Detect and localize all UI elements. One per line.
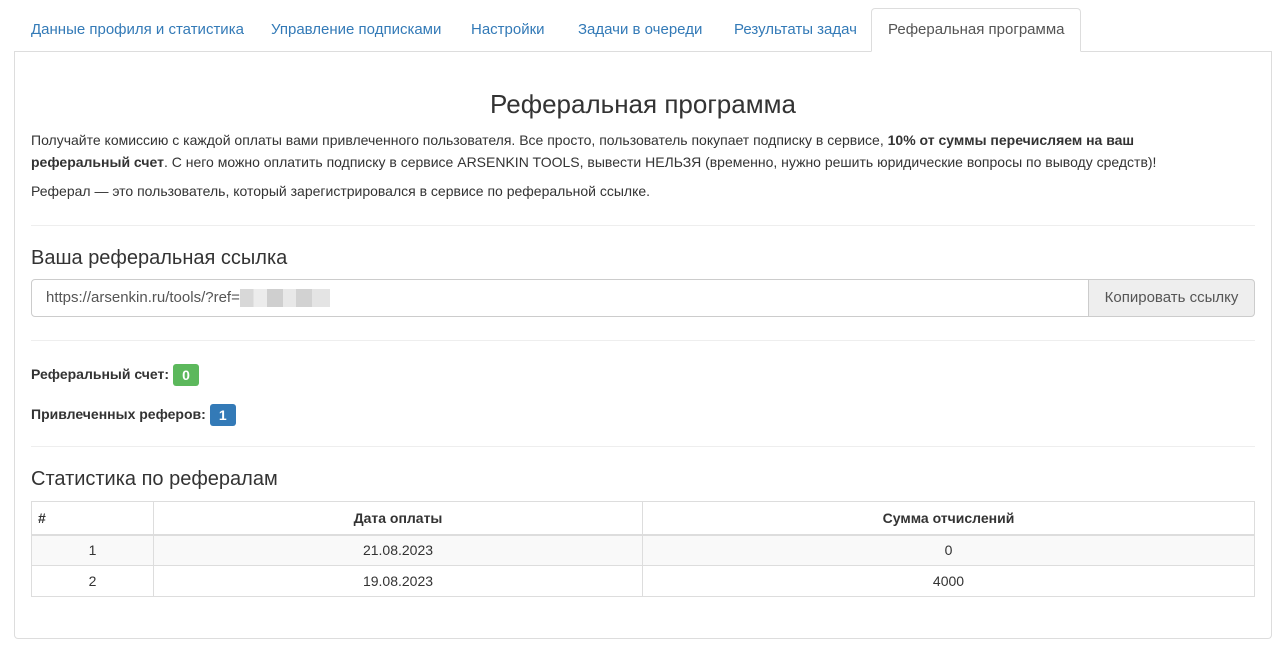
tab-settings[interactable]: Настройки	[471, 8, 545, 52]
tab-profile-stats[interactable]: Данные профиля и статистика	[31, 8, 244, 52]
referrals-count-label: Привлеченных реферов:	[31, 406, 206, 422]
row-payment-date: 21.08.2023	[153, 534, 643, 566]
row-number: 2	[31, 565, 154, 597]
column-header-payment-date: Дата оплаты	[153, 501, 643, 536]
tab-subscriptions[interactable]: Управление подписками	[271, 8, 441, 52]
row-commission: 4000	[642, 565, 1255, 597]
referral-definition: Реферал — это пользователь, который заре…	[31, 183, 651, 199]
divider	[31, 446, 1255, 447]
redacted-ref-code	[239, 289, 330, 308]
intro-paragraph: Получайте комиссию с каждой оплаты вами …	[31, 129, 1231, 173]
divider	[31, 340, 1255, 341]
tab-queue-tasks[interactable]: Задачи в очереди	[578, 8, 702, 52]
referral-account-line: Реферальный счет: 0	[31, 362, 200, 387]
divider	[31, 225, 1255, 226]
referral-link-input[interactable]: https://arsenkin.ru/tools/?ref=	[31, 279, 1089, 317]
tab-content-panel: Реферальная программа Получайте комиссию…	[14, 51, 1272, 639]
row-number: 1	[31, 534, 154, 566]
referral-link-group: https://arsenkin.ru/tools/?ref= Копирова…	[31, 279, 1255, 317]
referrals-count-line: Привлеченных реферов: 1	[31, 402, 236, 427]
tab-bar: Данные профиля и статистика Управление п…	[14, 8, 1272, 52]
referral-link-heading: Ваша реферальная ссылка	[31, 247, 288, 269]
referral-stats-heading: Статистика по рефералам	[31, 468, 278, 490]
profile-frame: Данные профиля и статистика Управление п…	[14, 8, 1272, 639]
tab-referral-program[interactable]: Реферальная программа	[871, 8, 1082, 52]
referral-account-label: Реферальный счет:	[31, 366, 170, 382]
row-commission: 0	[642, 534, 1255, 566]
intro-text-start: Получайте комиссию с каждой оплаты вами …	[31, 132, 888, 148]
column-header-commission: Сумма отчислений	[642, 501, 1255, 536]
row-payment-date: 19.08.2023	[153, 565, 643, 597]
column-header-number: #	[31, 501, 154, 536]
table-row: 1 21.08.2023 0	[31, 534, 1255, 566]
intro-text-end: . С него можно оплатить подписку в серви…	[163, 154, 1157, 170]
table-row: 2 19.08.2023 4000	[31, 565, 1255, 597]
referrals-count-badge: 1	[209, 404, 236, 427]
referral-stats-table: # Дата оплаты Сумма отчислений 1 21.08.2…	[31, 501, 1255, 597]
referral-link-text: https://arsenkin.ru/tools/?ref=	[46, 289, 240, 306]
referral-account-badge: 0	[173, 364, 200, 387]
page-title: Реферальная программа	[490, 89, 796, 119]
copy-link-button[interactable]: Копировать ссылку	[1088, 279, 1255, 317]
table-header-row: # Дата оплаты Сумма отчислений	[31, 501, 1255, 536]
tab-task-results[interactable]: Результаты задач	[734, 8, 857, 52]
